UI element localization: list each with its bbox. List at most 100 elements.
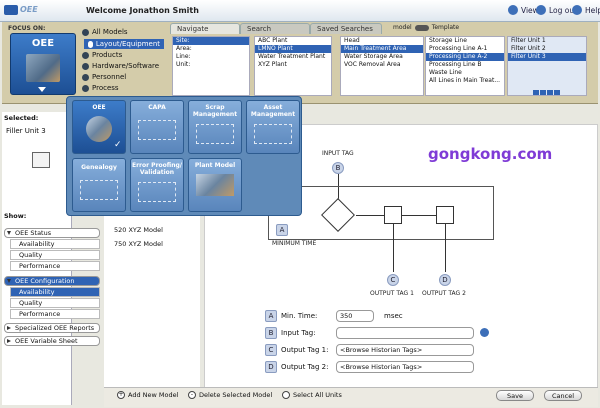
toggle-switch[interactable] <box>414 24 429 31</box>
model-all[interactable]: All Models <box>82 28 128 36</box>
list-item[interactable]: LMNO Plant <box>255 45 331 53</box>
tree-specialized-reports[interactable]: Specialized OEE Reports <box>4 323 100 333</box>
products-icon <box>82 51 89 59</box>
list-item[interactable]: Water Treatment Plant <box>255 53 331 61</box>
welcome-text: Welcome Jonathon Smith <box>86 6 199 15</box>
tree-item[interactable]: Quality <box>10 298 100 308</box>
model-process[interactable]: Process <box>82 84 119 92</box>
logout-icon <box>536 5 546 15</box>
tab-saved-searches[interactable]: Saved Searches <box>310 23 382 34</box>
placeholder-icon <box>80 180 118 200</box>
watermark: gongkong.com <box>428 145 553 163</box>
model-hardware-software[interactable]: Hardware/Software <box>82 62 159 70</box>
tile-oee-label: OEE <box>92 104 106 111</box>
connector <box>393 224 394 272</box>
list-item[interactable]: Processing Line A-2 <box>426 53 504 61</box>
output-block-1 <box>384 206 402 224</box>
nav-column-line: Storage Line Processing Line A-1 Process… <box>425 36 505 96</box>
placeholder-icon <box>138 182 176 202</box>
marker-c: C <box>387 274 399 286</box>
connector <box>356 215 384 216</box>
checkbox-icon <box>282 391 290 399</box>
list-item[interactable]: Filter Unit 3 <box>508 53 586 61</box>
selected-value: Filler Unit 3 <box>6 127 46 135</box>
list-item[interactable]: All Lines in Main Treat... <box>426 77 504 85</box>
minimum-time-caption: MINIMUM TIME <box>272 240 317 247</box>
delete-model-button[interactable]: - Delete Selected Model <box>188 391 272 399</box>
show-label: Show: <box>4 212 27 220</box>
model-personnel[interactable]: Personnel <box>82 73 126 81</box>
marker-c: C <box>265 344 277 356</box>
output-tag-2-field[interactable]: <Browse Historian Tags> <box>336 361 474 373</box>
list-item[interactable]: 750 XYZ Model <box>114 240 163 248</box>
help-icon[interactable] <box>480 328 489 337</box>
min-time-input[interactable]: 350 <box>336 310 374 322</box>
list-item[interactable]: ABC Plant <box>255 37 331 45</box>
list-item[interactable]: Head <box>341 37 423 45</box>
list-item[interactable]: Processing Line B <box>426 61 504 69</box>
marker-d: D <box>439 274 451 286</box>
app-logo-text: OEE <box>20 5 38 14</box>
list-item[interactable]: Main Treatment Area <box>341 45 423 53</box>
list-item[interactable]: XYZ Plant <box>255 61 331 69</box>
save-button[interactable]: Save <box>496 390 534 401</box>
placeholder-icon <box>254 124 292 144</box>
view-button[interactable]: View <box>508 5 539 15</box>
input-tag-caption: INPUT TAG <box>322 150 354 157</box>
input-tag-field[interactable] <box>336 327 474 339</box>
logo-icon <box>4 5 18 15</box>
placeholder-icon <box>196 124 234 144</box>
model-template-toggle[interactable]: model Template <box>393 24 459 31</box>
min-time-label: Min. Time: <box>281 312 318 320</box>
list-item[interactable]: Water Storage Area <box>341 53 423 61</box>
list-item[interactable]: Waste Line <box>426 69 504 77</box>
pager-first-icon[interactable] <box>533 90 539 95</box>
tile-capa-label: CAPA <box>148 104 166 111</box>
model-products[interactable]: Products <box>82 51 122 59</box>
tab-search[interactable]: Search <box>240 23 310 34</box>
plant-image <box>196 174 234 196</box>
output-tag-1-caption: OUTPUT TAG 1 <box>370 290 414 297</box>
tree-oee-configuration[interactable]: OEE Configuration <box>4 276 100 286</box>
process-icon <box>82 84 89 92</box>
list-item[interactable]: VOC Removal Area <box>341 61 423 69</box>
focus-equipment-image <box>26 54 60 82</box>
tree-item[interactable]: Performance <box>10 261 100 271</box>
help-button[interactable]: Help <box>572 5 600 15</box>
tree-item[interactable]: Availability <box>10 239 100 249</box>
tab-navigate[interactable]: Navigate <box>170 23 240 34</box>
list-item[interactable]: Storage Line <box>426 37 504 45</box>
plus-icon: + <box>117 391 125 399</box>
tree-oee-variable-sheet[interactable]: OEE Variable Sheet <box>4 336 100 346</box>
list-item[interactable]: Site: <box>173 37 249 45</box>
pager-last-icon[interactable] <box>554 90 560 95</box>
pager-next-icon[interactable] <box>547 90 553 95</box>
pager <box>533 90 560 95</box>
oee-image <box>86 116 112 142</box>
add-model-button[interactable]: + Add New Model <box>117 391 178 399</box>
marker-d: D <box>265 361 277 373</box>
output-block-2 <box>436 206 454 224</box>
list-item[interactable]: Processing Line A-1 <box>426 45 504 53</box>
list-item[interactable]: Area: <box>173 45 249 53</box>
tree-item[interactable]: Performance <box>10 309 100 319</box>
pager-prev-icon[interactable] <box>540 90 546 95</box>
chevron-down-icon[interactable] <box>38 87 46 92</box>
tree-item[interactable]: Quality <box>10 250 100 260</box>
marker-a: A <box>276 224 288 236</box>
placeholder-icon <box>138 120 176 140</box>
select-all-units-button[interactable]: Select All Units <box>282 391 342 399</box>
tree-item[interactable]: Availability <box>10 287 100 297</box>
list-item[interactable]: Filter Unit 1 <box>508 37 586 45</box>
list-item[interactable]: 520 XYZ Model <box>114 226 163 234</box>
list-item[interactable]: Line: <box>173 53 249 61</box>
output-tag-1-field[interactable]: <Browse Historian Tags> <box>336 344 474 356</box>
cancel-button[interactable]: Cancel <box>544 390 582 401</box>
output-tag-2-label: Output Tag 2: <box>281 363 329 371</box>
nav-column-site: ABC Plant LMNO Plant Water Treatment Pla… <box>254 36 332 96</box>
list-item[interactable]: Unit: <box>173 61 249 69</box>
list-item[interactable]: Filter Unit 2 <box>508 45 586 53</box>
tree-oee-status[interactable]: OEE Status <box>4 228 100 238</box>
model-layout-equipment[interactable]: Layout/Equipment <box>84 39 164 49</box>
logout-button[interactable]: Log out <box>536 5 577 15</box>
